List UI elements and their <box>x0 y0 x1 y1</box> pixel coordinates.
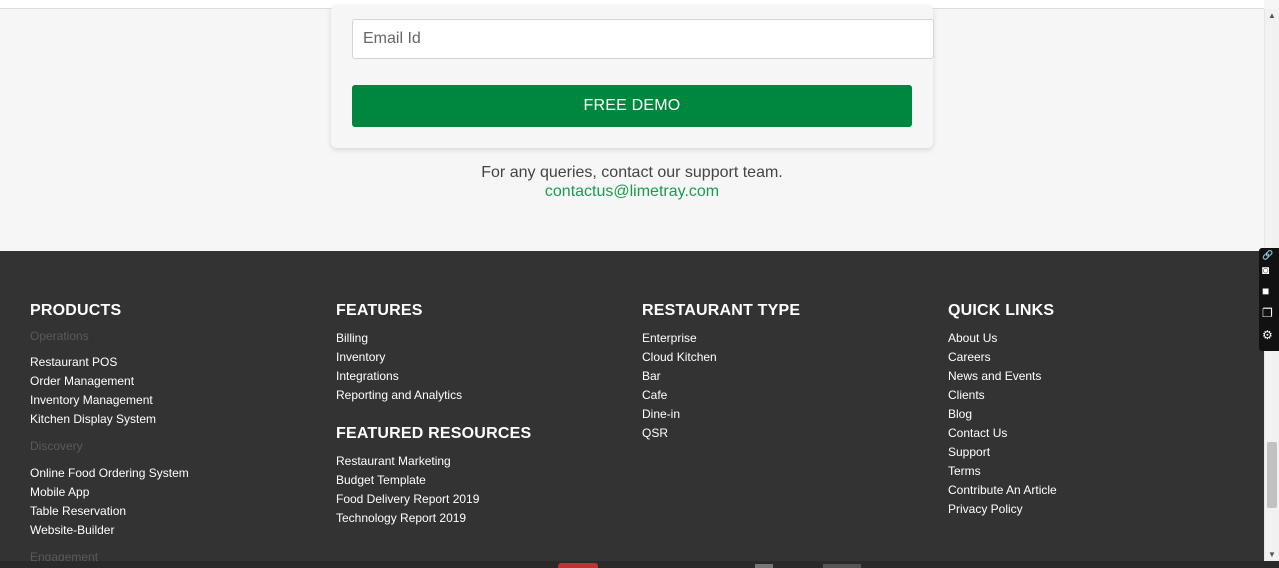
video-icon[interactable]: ■ <box>1262 284 1269 298</box>
footer-link-about-us[interactable]: About Us <box>948 331 997 345</box>
footer-link-restaurant-pos[interactable]: Restaurant POS <box>30 355 117 369</box>
footer-link-budget-template[interactable]: Budget Template <box>336 473 426 487</box>
scroll-up-arrow-icon[interactable]: ▲ <box>1268 11 1276 20</box>
footer-link-blog[interactable]: Blog <box>948 407 972 421</box>
support-text: For any queries, contact our support tea… <box>481 164 783 181</box>
footer-link-billing[interactable]: Billing <box>336 331 368 345</box>
footer-link-contact-us[interactable]: Contact Us <box>948 426 1007 440</box>
scroll-down-arrow-icon[interactable]: ▼ <box>1268 550 1276 559</box>
footer-link-integrations[interactable]: Integrations <box>336 369 399 383</box>
footer-link-support[interactable]: Support <box>948 445 990 459</box>
footer-link-privacy-policy[interactable]: Privacy Policy <box>948 502 1023 516</box>
gear-icon[interactable]: ⚙ <box>1262 328 1273 342</box>
quick-links-heading: QUICK LINKS <box>948 302 1055 319</box>
bottom-gray-tab[interactable] <box>755 564 773 568</box>
free-demo-button[interactable]: FREE DEMO <box>352 85 912 127</box>
footer-link-table-reservation[interactable]: Table Reservation <box>30 504 126 518</box>
footer-link-order-management[interactable]: Order Management <box>30 374 134 388</box>
products-heading: PRODUCTS <box>30 302 122 319</box>
footer-link-technology-report[interactable]: Technology Report 2019 <box>336 511 466 525</box>
demo-form-card: FREE DEMO <box>331 5 934 148</box>
bottom-red-tab[interactable] <box>558 563 598 568</box>
bottom-dark-tab[interactable] <box>823 564 861 568</box>
footer-link-news-events[interactable]: News and Events <box>948 369 1041 383</box>
restaurant-type-heading: RESTAURANT TYPE <box>642 302 801 319</box>
operations-label: Operations <box>30 329 89 343</box>
footer-link-online-food-ordering[interactable]: Online Food Ordering System <box>30 466 189 480</box>
email-field[interactable] <box>352 19 934 59</box>
footer-link-enterprise[interactable]: Enterprise <box>642 331 697 345</box>
site-footer: PRODUCTS Operations Restaurant POS Order… <box>0 251 1264 568</box>
footer-link-website-builder[interactable]: Website-Builder <box>30 523 114 537</box>
featured-resources-heading: FEATURED RESOURCES <box>336 425 532 442</box>
discovery-label: Discovery <box>30 439 83 453</box>
bottom-overlay-strip <box>0 561 1279 568</box>
features-heading: FEATURES <box>336 302 423 319</box>
link-icon[interactable]: 🔗 <box>1262 248 1273 262</box>
footer-link-mobile-app[interactable]: Mobile App <box>30 485 89 499</box>
footer-link-bar[interactable]: Bar <box>642 369 661 383</box>
support-email-link[interactable]: contactus@limetray.com <box>0 183 1264 201</box>
footer-link-reporting-analytics[interactable]: Reporting and Analytics <box>336 388 462 402</box>
footer-link-contribute-article[interactable]: Contribute An Article <box>948 483 1057 497</box>
footer-link-clients[interactable]: Clients <box>948 388 985 402</box>
recorder-toolbar: 🔗 ◙ ■ ❐ ⚙ <box>1259 248 1279 351</box>
footer-link-inventory-management[interactable]: Inventory Management <box>30 393 153 407</box>
footer-link-qsr[interactable]: QSR <box>642 426 668 440</box>
footer-link-cafe[interactable]: Cafe <box>642 388 667 402</box>
footer-link-kitchen-display-system[interactable]: Kitchen Display System <box>30 412 156 426</box>
footer-link-restaurant-marketing[interactable]: Restaurant Marketing <box>336 454 451 468</box>
demo-section: FREE DEMO For any queries, contact our s… <box>0 5 1264 251</box>
footer-link-careers[interactable]: Careers <box>948 350 991 364</box>
camera-icon[interactable]: ◙ <box>1262 263 1269 277</box>
screens-icon[interactable]: ❐ <box>1262 306 1273 320</box>
footer-link-inventory[interactable]: Inventory <box>336 350 385 364</box>
footer-link-terms[interactable]: Terms <box>948 464 981 478</box>
footer-link-cloud-kitchen[interactable]: Cloud Kitchen <box>642 350 717 364</box>
footer-link-food-delivery-report[interactable]: Food Delivery Report 2019 <box>336 492 479 506</box>
scrollbar-thumb[interactable] <box>1267 442 1277 508</box>
footer-link-dine-in[interactable]: Dine-in <box>642 407 680 421</box>
